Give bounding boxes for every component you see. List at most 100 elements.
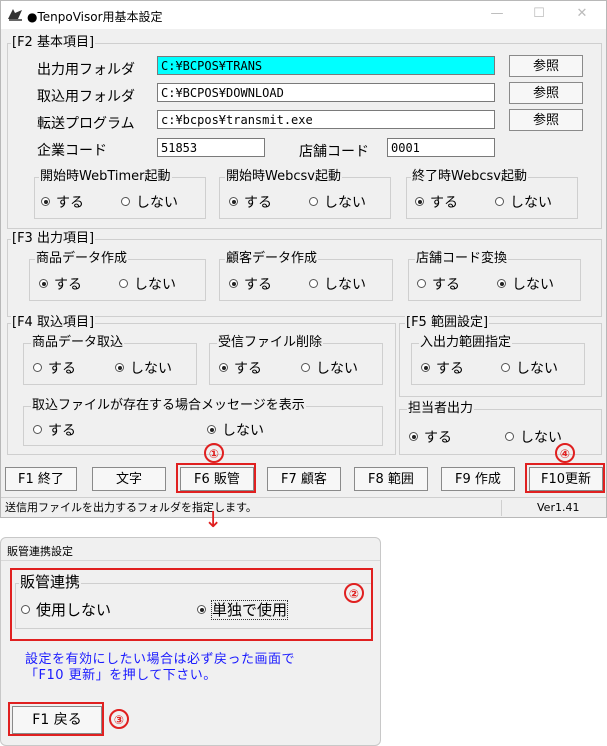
product-import-yes-radio[interactable]: する [33, 358, 76, 378]
product-create-no-radio[interactable]: しない [119, 274, 176, 294]
main-window: ●TenpoVisor用基本設定 — ☐ ✕ [F2 基本項目] 出力用フォルダ… [0, 0, 607, 518]
staff-output-no-radio[interactable]: しない [505, 427, 562, 447]
company-code-field[interactable]: 51853 [157, 138, 265, 157]
radio-icon [505, 432, 514, 441]
staff-output-label: 担当者出力 [407, 401, 475, 416]
f10-highlight-box [525, 463, 605, 493]
customer-create-yes-radio[interactable]: する [229, 274, 272, 294]
dialog-note-line1: 設定を有効にしたい場合は必ず戻った画面で [25, 652, 296, 667]
minimize-button[interactable]: — [487, 5, 507, 23]
radio-selected-icon [219, 363, 228, 372]
delete-received-label: 受信ファイル削除 [217, 335, 324, 350]
status-bar: 送信用ファイルを出力するフォルダを指定します。 Ver1.41 [1, 497, 606, 518]
f2-group-label: [F2 基本項目] [11, 35, 96, 50]
import-folder-browse-button[interactable]: 参照 [509, 82, 583, 104]
output-folder-label: 出力用フォルダ [37, 62, 135, 78]
import-folder-field[interactable]: C:¥BCPOS¥DOWNLOAD [157, 83, 495, 102]
badge-3: ③ [109, 709, 129, 729]
staff-output-yes-radio[interactable]: する [409, 427, 452, 447]
radio-icon [495, 197, 504, 206]
customer-create-label: 顧客データ作成 [225, 251, 319, 266]
storecode-conv-label: 店舗コード変換 [415, 251, 509, 266]
char-button[interactable]: 文字 [92, 467, 166, 491]
radio-selected-icon [229, 197, 238, 206]
store-code-label: 店舗コード [299, 144, 369, 160]
f4-group-label: [F4 取込項目] [11, 315, 96, 330]
radio-icon [33, 363, 42, 372]
dialog-note-line2: 「F10 更新」を押して下さい。 [25, 668, 217, 683]
app-icon [8, 9, 22, 21]
maximize-button[interactable]: ☐ [529, 5, 549, 23]
arrow-down-icon: ↓ [204, 508, 223, 533]
io-range-yes-radio[interactable]: する [421, 358, 464, 378]
f1-exit-button[interactable]: F1 終了 [5, 467, 77, 491]
badge-1: ① [204, 443, 224, 463]
product-import-label: 商品データ取込 [31, 335, 125, 350]
radio-icon [119, 279, 128, 288]
store-code-field[interactable]: 0001 [387, 138, 495, 157]
radio-selected-icon [497, 279, 506, 288]
webcsv-start-yes-radio[interactable]: する [229, 192, 272, 212]
close-button[interactable]: ✕ [572, 5, 592, 23]
f5-group-label: [F5 範囲設定] [405, 315, 490, 330]
transfer-program-field[interactable]: c:¥bcpos¥transmit.exe [157, 110, 495, 129]
webcsv-start-label: 開始時Webcsv起動 [225, 169, 342, 184]
radio-selected-icon [207, 425, 216, 434]
exists-msg-label: 取込ファイルが存在する場合メッセージを表示 [31, 398, 306, 413]
product-create-yes-radio[interactable]: する [39, 274, 82, 294]
output-folder-field[interactable]: C:¥BCPOS¥TRANS [157, 56, 495, 75]
webcsv-end-yes-radio[interactable]: する [415, 192, 458, 212]
import-folder-label: 取込用フォルダ [37, 89, 135, 105]
badge-4: ④ [555, 443, 575, 463]
webcsv-start-no-radio[interactable]: しない [309, 192, 366, 212]
dialog-title-divider [1, 560, 380, 561]
webcsv-end-no-radio[interactable]: しない [495, 192, 552, 212]
dialog-title: 販管連携設定 [7, 545, 73, 558]
product-import-no-radio[interactable]: しない [115, 358, 172, 378]
customer-create-no-radio[interactable]: しない [309, 274, 366, 294]
io-range-no-radio[interactable]: しない [501, 358, 558, 378]
dialog-note: 設定を有効にしたい場合は必ず戻った画面で 「F10 更新」を押して下さい。 [25, 652, 295, 684]
back-highlight-box [8, 702, 104, 736]
title-bar: ●TenpoVisor用基本設定 — ☐ ✕ [1, 1, 606, 29]
storecode-conv-no-radio[interactable]: しない [497, 274, 554, 294]
webtimer-no-radio[interactable]: しない [121, 192, 178, 212]
exists-msg-no-radio[interactable]: しない [207, 420, 264, 440]
storecode-conv-yes-radio[interactable]: する [417, 274, 460, 294]
status-divider [501, 500, 502, 516]
radio-icon [417, 279, 426, 288]
delete-received-no-radio[interactable]: しない [301, 358, 358, 378]
hankan-highlight-box [10, 568, 373, 641]
f7-customer-button[interactable]: F7 顧客 [267, 467, 341, 491]
window-title: ●TenpoVisor用基本設定 [27, 10, 163, 24]
radio-icon [309, 197, 318, 206]
transfer-program-browse-button[interactable]: 参照 [509, 109, 583, 131]
company-code-label: 企業コード [37, 143, 107, 159]
radio-selected-icon [115, 363, 124, 372]
radio-icon [501, 363, 510, 372]
output-folder-browse-button[interactable]: 参照 [509, 55, 583, 77]
radio-icon [33, 425, 42, 434]
f9-create-button[interactable]: F9 作成 [441, 467, 515, 491]
radio-selected-icon [229, 279, 238, 288]
radio-selected-icon [41, 197, 50, 206]
delete-received-yes-radio[interactable]: する [219, 358, 262, 378]
radio-selected-icon [409, 432, 418, 441]
badge-2: ② [344, 583, 364, 603]
radio-selected-icon [415, 197, 424, 206]
version-label: Ver1.41 [537, 501, 580, 514]
radio-selected-icon [421, 363, 430, 372]
webtimer-label: 開始時WebTimer起動 [39, 169, 172, 184]
radio-icon [309, 279, 318, 288]
product-create-label: 商品データ作成 [35, 251, 129, 266]
transfer-program-label: 転送プログラム [37, 116, 135, 132]
f8-range-button[interactable]: F8 範囲 [354, 467, 428, 491]
webcsv-end-label: 終了時Webcsv起動 [411, 169, 528, 184]
f3-group-label: [F3 出力項目] [11, 231, 96, 246]
radio-icon [121, 197, 130, 206]
exists-msg-yes-radio[interactable]: する [33, 420, 76, 440]
webtimer-yes-radio[interactable]: する [41, 192, 84, 212]
io-range-label: 入出力範囲指定 [419, 335, 513, 350]
f6-highlight-box [176, 463, 256, 493]
radio-selected-icon [39, 279, 48, 288]
